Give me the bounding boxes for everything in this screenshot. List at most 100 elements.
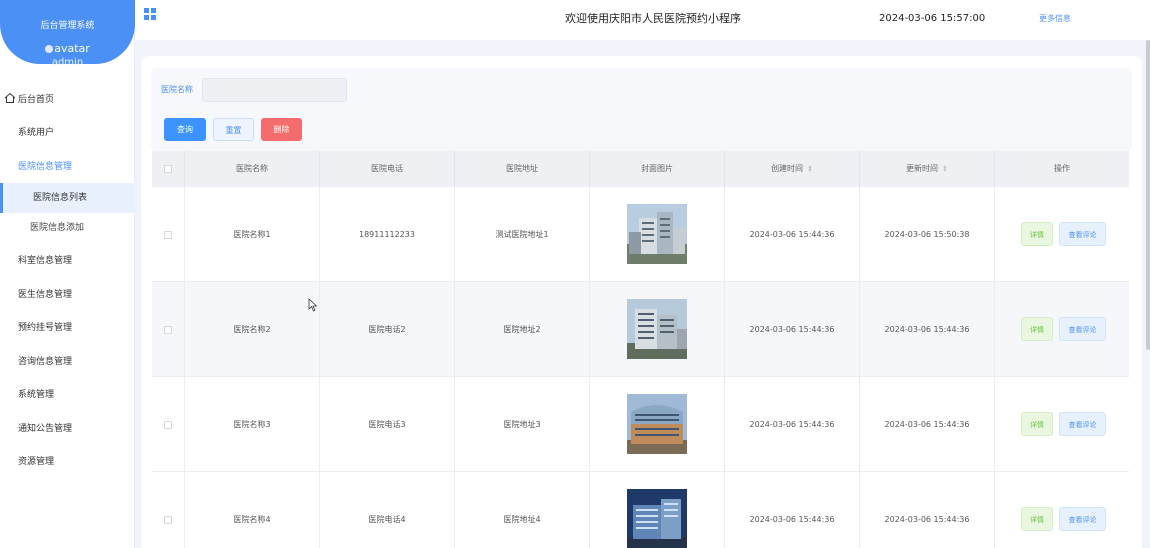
sidebar-item-notice-management[interactable]: 通知公告管理: [0, 413, 135, 445]
content-panel: 医院名称 查询 重置 删除 医院名称 医院电话 医院地址 封面图片 创建时间⇕: [141, 56, 1142, 548]
hospital-cover-image[interactable]: [627, 204, 687, 264]
cell-hospital-address: 测试医院地址1: [455, 187, 590, 282]
cell-cover-image: [590, 377, 725, 472]
header-created-time[interactable]: 创建时间 ⇕: [725, 151, 860, 187]
username: admin: [51, 57, 84, 68]
cell-hospital-address: 医院地址2: [455, 282, 590, 377]
delete-button[interactable]: 删除: [261, 118, 302, 141]
brand-title: 后台管理系统: [40, 21, 95, 31]
sidebar-item-label: 后台首页: [18, 95, 55, 105]
top-header: 欢迎使用庆阳市人民医院预约小程序 2024-03-06 15:57:00 更多信…: [135, 0, 1150, 40]
current-time: 2024-03-06 15:57:00: [879, 13, 986, 24]
detail-button[interactable]: 详情: [1021, 412, 1053, 436]
view-reviews-button[interactable]: 查看评论: [1059, 412, 1106, 436]
detail-button[interactable]: 详情: [1021, 222, 1053, 246]
cell-hospital-phone: 医院电话4: [320, 472, 455, 548]
sidebar-item-label: 系统管理: [18, 390, 55, 400]
sidebar-item-resource-management[interactable]: 资源管理: [0, 446, 135, 478]
view-reviews-button[interactable]: 查看评论: [1059, 222, 1106, 246]
sidebar-item-department-management[interactable]: 科室信息管理: [0, 245, 135, 277]
detail-button[interactable]: 详情: [1021, 317, 1053, 341]
brand-header: 后台管理系统 avatar admin: [0, 0, 135, 68]
cell-hospital-phone: 医院电话2: [320, 282, 455, 377]
row-checkbox[interactable]: [164, 230, 172, 239]
reset-button[interactable]: 重置: [213, 118, 254, 141]
more-info-link[interactable]: 更多信息: [1039, 13, 1071, 24]
cell-created-time: 2024-03-06 15:44:36: [725, 282, 860, 377]
table-row: 医院名称3 医院电话3 医院地址3 2024-03-06 15:44:36 20…: [152, 377, 1129, 472]
avatar-alt-text: avatar: [54, 42, 90, 55]
row-select-cell: [152, 472, 185, 548]
welcome-title: 欢迎使用庆阳市人民医院预约小程序: [565, 12, 741, 25]
sidebar-item-label: 预约挂号管理: [18, 323, 73, 333]
table-row: 医院名称2 医院电话2 医院地址2 2024-03-06 15:44:36 20…: [152, 282, 1129, 377]
view-reviews-button[interactable]: 查看评论: [1059, 507, 1106, 531]
cell-actions: 详情 查看评论: [995, 282, 1129, 377]
cell-cover-image: [590, 187, 725, 282]
header-select-all: [152, 151, 185, 187]
cell-created-time: 2024-03-06 15:44:36: [725, 377, 860, 472]
avatar-icon: [45, 45, 54, 53]
header-hospital-address: 医院地址: [455, 151, 590, 187]
search-form: 医院名称 查询 重置 删除: [151, 68, 1132, 152]
main-content: 医院名称 查询 重置 删除 医院名称 医院电话 医院地址 封面图片 创建时间⇕: [135, 40, 1150, 548]
app-root: 后台管理系统 avatar admin 后台首页 系统用户 医院信息管理 医院信…: [0, 0, 1150, 548]
table-row: 医院名称4 医院电话4 医院地址4 2024-03-06 15:44:36 20…: [152, 472, 1129, 548]
sidebar-item-label: 咨询信息管理: [18, 357, 73, 367]
sort-icon[interactable]: ⇕: [807, 151, 813, 187]
page-scrollbar[interactable]: [1146, 40, 1150, 350]
cell-hospital-address: 医院地址4: [455, 472, 590, 548]
row-checkbox[interactable]: [164, 420, 172, 429]
sort-icon[interactable]: ⇕: [942, 151, 948, 187]
row-select-cell: [152, 282, 185, 377]
sidebar-item-hospital-add[interactable]: 医院信息添加: [0, 213, 135, 243]
header-created-label: 创建时间: [771, 164, 804, 173]
row-checkbox[interactable]: [164, 515, 172, 524]
cell-actions: 详情 查看评论: [995, 472, 1129, 548]
hospital-name-label: 医院名称: [161, 85, 193, 94]
row-checkbox[interactable]: [164, 325, 172, 334]
row-select-cell: [152, 377, 185, 472]
cell-hospital-name: 医院名称2: [185, 282, 320, 377]
header-actions: 操作: [1054, 164, 1070, 173]
sidebar-item-hospital-management[interactable]: 医院信息管理: [0, 151, 135, 183]
cell-hospital-name: 医院名称4: [185, 472, 320, 548]
cell-created-time: 2024-03-06 15:44:36: [725, 187, 860, 282]
cell-updated-time: 2024-03-06 15:50:38: [860, 187, 995, 282]
sidebar-item-consultation-management[interactable]: 咨询信息管理: [0, 346, 135, 378]
sidebar-item-label: 医生信息管理: [18, 290, 73, 300]
cell-actions: 详情 查看评论: [995, 187, 1129, 282]
hospital-cover-image[interactable]: [627, 394, 687, 454]
sidebar-item-label: 医院信息列表: [33, 193, 88, 203]
header-updated-time[interactable]: 更新时间 ⇕: [860, 151, 995, 187]
cell-hospital-name: 医院名称3: [185, 377, 320, 472]
cell-hospital-phone: 18911112233: [320, 187, 455, 282]
sidebar-item-label: 通知公告管理: [18, 424, 73, 434]
sidebar-item-label: 系统用户: [18, 128, 55, 138]
mouse-cursor-icon: [308, 298, 318, 312]
sidebar-item-label: 医院信息管理: [18, 162, 73, 172]
view-reviews-button[interactable]: 查看评论: [1059, 317, 1106, 341]
sidebar-item-home[interactable]: 后台首页: [0, 84, 135, 116]
avatar[interactable]: avatar: [0, 42, 135, 55]
sidebar-item-system-users[interactable]: 系统用户: [0, 117, 135, 149]
cell-updated-time: 2024-03-06 15:44:36: [860, 377, 995, 472]
select-all-checkbox[interactable]: [164, 164, 172, 173]
row-select-cell: [152, 187, 185, 282]
sidebar-item-system-management[interactable]: 系统管理: [0, 379, 135, 411]
cell-cover-image: [590, 282, 725, 377]
query-button[interactable]: 查询: [164, 118, 206, 141]
grid-menu-icon[interactable]: [144, 8, 156, 20]
table-row: 医院名称1 18911112233 测试医院地址1 2024-03-06 15:…: [152, 187, 1129, 282]
hospital-cover-image[interactable]: [627, 299, 687, 359]
sidebar-item-doctor-management[interactable]: 医生信息管理: [0, 279, 135, 311]
sidebar-item-hospital-list[interactable]: 医院信息列表: [0, 183, 135, 213]
sidebar-item-appointment-management[interactable]: 预约挂号管理: [0, 312, 135, 344]
detail-button[interactable]: 详情: [1021, 507, 1053, 531]
header-updated-label: 更新时间: [906, 164, 939, 173]
table-header: 医院名称 医院电话 医院地址 封面图片 创建时间 ⇕ 更新时间 ⇕ 操作: [152, 151, 1129, 187]
hospital-cover-image[interactable]: [627, 489, 687, 548]
sidebar-item-label: 医院信息添加: [30, 223, 85, 233]
hospital-name-input[interactable]: [202, 78, 347, 102]
header-hospital-phone: 医院电话: [320, 151, 455, 187]
